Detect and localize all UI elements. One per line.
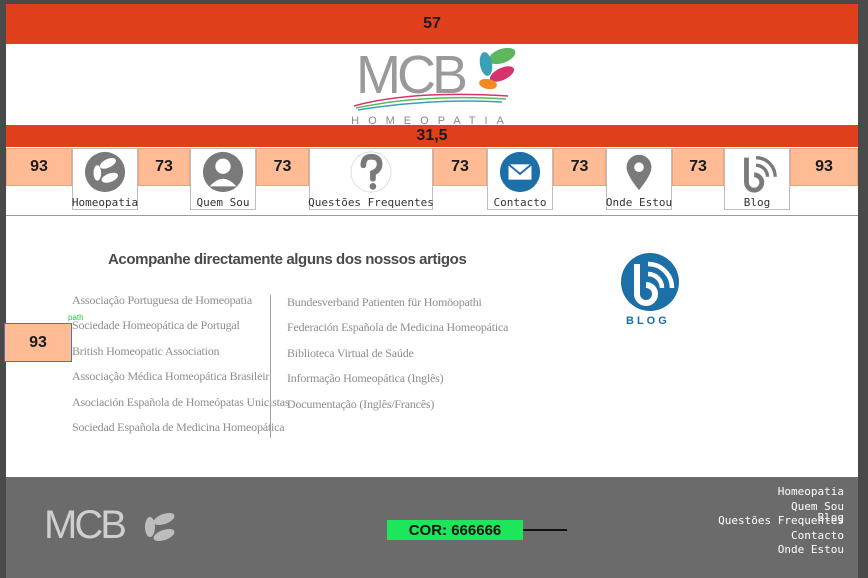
leaves-logo-icon: [479, 47, 516, 90]
link-column-separator: [270, 295, 271, 438]
floating-spacer: 93: [4, 323, 72, 362]
article-link[interactable]: Federación Española de Medicina Homeopát…: [287, 319, 509, 344]
path-tag: path: [68, 313, 84, 322]
mid-spacer-bar: 31,5: [6, 125, 858, 147]
blog-icon: [736, 151, 778, 193]
article-link[interactable]: Asociación Española de Homeópatas Unicis…: [72, 394, 290, 419]
footer-logo[interactable]: MCB: [44, 503, 184, 551]
site-logo[interactable]: MCB HOMEOPATIA: [332, 44, 532, 127]
spacer-label: 73: [155, 158, 173, 175]
spacer-label: 73: [689, 158, 707, 175]
blog-logo-word: BLOG: [626, 315, 670, 327]
blog-logo[interactable]: BLOG: [620, 252, 680, 332]
nav-spacer: 73: [433, 148, 487, 186]
nav-item-quem-sou[interactable]: Quem Sou: [190, 148, 256, 210]
nav-label: Homeopatia: [71, 196, 139, 209]
nav-spacer: 93: [6, 148, 72, 186]
nav-spacer: 73: [256, 148, 309, 186]
footer-logo-text: MCB: [44, 503, 127, 547]
article-link[interactable]: Sociedade Homeopática de Portugal: [72, 317, 289, 342]
page: 57 MCB HOMEOPATIA 31,5 93 Homeopatia 73 …: [4, 4, 858, 578]
article-link[interactable]: British Homeopatic Association: [72, 343, 289, 368]
footer-leaves-icon: [145, 512, 175, 542]
question-icon: [350, 151, 392, 193]
nav-item-onde-estou[interactable]: Onde Estou: [606, 148, 672, 210]
footer-nav-link[interactable]: Onde Estou: [718, 543, 844, 558]
color-label-pointer: [523, 529, 567, 531]
main-nav: 93 Homeopatia 73 Quem Sou 73 Questões Fr…: [6, 148, 858, 214]
nav-spacer: 93: [790, 148, 858, 186]
envelope-icon: [499, 151, 541, 193]
top-spacer-bar: 57: [6, 4, 858, 44]
leaves-icon: [84, 151, 126, 193]
article-link[interactable]: Bundesverband Patienten für Homöopathi: [287, 294, 508, 319]
footer-nav-link[interactable]: Contacto: [718, 529, 844, 544]
blog-logo-icon: [621, 253, 679, 311]
nav-item-blog[interactable]: Blog: [724, 148, 790, 210]
article-link[interactable]: Biblioteca Virtual de Saúde: [287, 345, 508, 370]
spacer-label: 73: [273, 158, 292, 175]
top-bar-label: 57: [423, 15, 441, 32]
spacer-label: 73: [570, 158, 589, 175]
nav-spacer: 73: [553, 148, 606, 186]
footer-nav-link[interactable]: Homeopatia: [718, 485, 844, 500]
nav-label: Blog: [743, 196, 771, 209]
mid-bar-label: 31,5: [416, 127, 448, 144]
nav-item-contacto[interactable]: Contacto: [487, 148, 553, 210]
right-link-list: Bundesverband Patienten für Homöopathi F…: [287, 294, 509, 421]
nav-item-homeopatia[interactable]: Homeopatia: [72, 148, 138, 210]
nav-label: Onde Estou: [605, 196, 673, 209]
article-link[interactable]: Documentação (Inglês/Francês): [287, 396, 508, 421]
nav-item-questoes-frequentes[interactable]: Questões Frequentes: [308, 148, 434, 210]
article-link[interactable]: Associação Médica Homeopática Brasileir: [72, 368, 289, 393]
person-icon: [202, 151, 244, 193]
nav-label: Contacto: [493, 196, 547, 209]
articles-heading: Acompanhe directamente alguns dos nossos…: [108, 251, 467, 268]
article-link[interactable]: Sociedad Española de Medicina Homeopátic…: [72, 419, 289, 444]
spacer-label: 93: [815, 158, 833, 175]
color-label: COR: 666666: [387, 520, 523, 540]
map-pin-icon: [618, 151, 660, 193]
window-frame: 57 MCB HOMEOPATIA 31,5 93 Homeopatia 73 …: [0, 0, 868, 578]
spacer-label: 73: [451, 158, 469, 175]
nav-spacer: 73: [672, 148, 724, 186]
section-divider: [6, 215, 858, 216]
nav-label: Quem Sou: [196, 196, 250, 209]
article-link[interactable]: Associação Portuguesa de Homeopatia: [72, 292, 289, 317]
article-link[interactable]: Informação Homeopática (Inglês): [287, 370, 508, 395]
left-link-list: Associação Portuguesa de Homeopatia Soci…: [72, 292, 290, 444]
nav-spacer: 73: [138, 148, 190, 186]
footer-nav-link-blog[interactable]: Blog: [818, 511, 845, 524]
nav-label: Questões Frequentes: [308, 196, 434, 209]
floating-spacer-label: 93: [29, 333, 47, 351]
spacer-label: 93: [30, 158, 48, 175]
logo-swoosh: [353, 93, 509, 111]
footer: MCB COR: 666666 Homeopatia Quem Sou Ques…: [6, 477, 858, 578]
